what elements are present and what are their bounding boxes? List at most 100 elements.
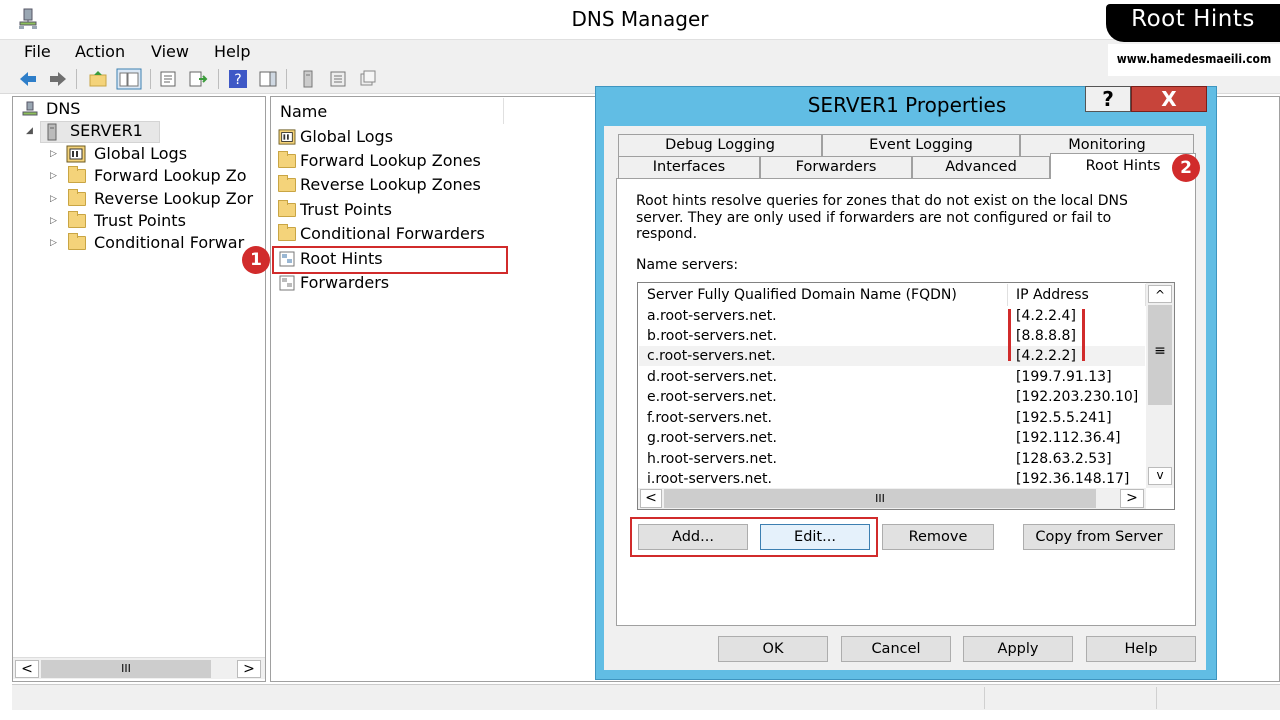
forward-arrow-icon[interactable] [48,69,68,89]
horizontal-scroll-thumb[interactable]: III [664,489,1096,508]
tree-item-conditional-forwarders[interactable]: ▷ Conditional Forwar [50,233,264,255]
step-badge-2: 2 [1172,154,1200,182]
ip-cell: [4.2.2.4] [1016,308,1076,324]
name-servers-label: Name servers: [636,257,739,273]
list-item-label: Trust Points [300,200,392,219]
scroll-down-button[interactable]: v [1148,467,1172,485]
scroll-up-button[interactable]: ^ [1148,285,1172,303]
fqdn-cell: c.root-servers.net. [647,348,776,364]
up-folder-icon[interactable] [88,69,108,89]
brand-url: www.hamedesmaeili.com [1116,52,1272,66]
root-hints-description: Root hints resolve queries for zones tha… [636,193,1128,242]
folder-icon [278,200,296,217]
scroll-left-button[interactable]: < [15,660,39,678]
tree-label: Trust Points [94,211,186,230]
column-header-fqdn[interactable]: Server Fully Qualified Domain Name (FQDN… [639,284,1008,306]
fqdn-cell: i.root-servers.net. [647,471,772,487]
ip-cell: [8.8.8.8] [1016,328,1076,344]
collapse-arrow-icon[interactable]: ◢ [26,126,33,136]
expand-arrow-icon[interactable]: ▷ [50,216,57,226]
tree-item-forward-lookup-zones[interactable]: ▷ Forward Lookup Zo [50,166,264,188]
export-list-icon[interactable] [188,69,208,89]
server-icon[interactable] [298,69,318,89]
dialog-help-button[interactable]: ? [1085,86,1131,112]
ok-button[interactable]: OK [718,636,828,662]
name-server-row[interactable]: f.root-servers.net. [192.5.5.241] [639,408,1145,428]
tree-item-global-logs[interactable]: ▷ Global Logs [50,144,264,166]
name-server-row[interactable]: e.root-servers.net. [192.203.230.10] [639,387,1145,407]
name-servers-list[interactable]: Server Fully Qualified Domain Name (FQDN… [637,282,1175,510]
list-item-label: Forward Lookup Zones [300,151,481,170]
tree-label-server1: SERVER1 [70,121,143,140]
menu-view[interactable]: View [151,42,189,61]
tree-item-trust-points[interactable]: ▷ Trust Points [50,211,264,233]
folder-icon [68,189,86,206]
list-item-label: Forwarders [300,273,390,292]
folder-icon [278,224,296,241]
ip-cell: [192.36.148.17] [1016,471,1130,487]
show-hide-action-pane-icon[interactable] [258,69,278,89]
scroll-left-button[interactable]: < [640,489,662,508]
ip-cell: [192.112.36.4] [1016,430,1121,446]
show-hide-console-tree-icon[interactable] [116,68,142,90]
name-server-row[interactable]: b.root-servers.net. [8.8.8.8] [639,326,1145,346]
name-server-row[interactable]: a.root-servers.net. [4.2.2.4] [639,306,1145,326]
menu-help[interactable]: Help [214,42,250,61]
properties-icon[interactable] [158,69,178,89]
tab-debug-logging[interactable]: Debug Logging [618,134,822,156]
expand-arrow-icon[interactable]: ▷ [50,194,57,204]
copy-from-server-button[interactable]: Copy from Server [1023,524,1175,550]
tab-event-logging[interactable]: Event Logging [822,134,1020,156]
fqdn-cell: g.root-servers.net. [647,430,777,446]
menu-action[interactable]: Action [75,42,125,61]
scroll-thumb[interactable]: III [41,660,211,678]
tab-advanced[interactable]: Advanced [912,156,1050,178]
ip-cell: [128.63.2.53] [1016,451,1112,467]
tree-horizontal-scrollbar[interactable]: < III > [13,657,265,679]
tree-label: Global Logs [94,144,188,163]
expand-arrow-icon[interactable]: ▷ [50,149,57,159]
list-view-icon[interactable] [328,69,348,89]
tree-item-server1[interactable]: ◢ SERVER1 [26,121,256,143]
name-server-row[interactable]: d.root-servers.net. [199.7.91.13] [639,367,1145,387]
scroll-right-button[interactable]: > [1120,489,1144,508]
highlight-ip-left-line [1008,309,1011,361]
refresh-icon[interactable] [358,69,378,89]
name-server-row[interactable]: c.root-servers.net. [4.2.2.2] [639,346,1145,366]
help-button[interactable]: Help [1086,636,1196,662]
tab-forwarders[interactable]: Forwarders [760,156,912,178]
apply-button[interactable]: Apply [963,636,1073,662]
ip-cell: [4.2.2.2] [1016,348,1076,364]
expand-arrow-icon[interactable]: ▷ [50,238,57,248]
window-title: DNS Manager [571,7,709,31]
remove-button[interactable]: Remove [882,524,994,550]
name-server-row[interactable]: g.root-servers.net. [192.112.36.4] [639,428,1145,448]
dialog-close-button[interactable]: X [1131,86,1207,112]
column-header-ip-address[interactable]: IP Address [1008,284,1146,306]
scroll-right-button[interactable]: > [237,660,261,678]
expand-arrow-icon[interactable]: ▷ [50,171,57,181]
vertical-scroll-thumb[interactable]: ≡ [1148,305,1172,405]
status-bar [12,684,1280,710]
tab-interfaces[interactable]: Interfaces [618,156,760,178]
menu-file[interactable]: File [24,42,51,61]
toolbar-separator [76,69,77,89]
dns-icon [22,101,38,116]
fqdn-cell: d.root-servers.net. [647,369,777,385]
fqdn-cell: e.root-servers.net. [647,389,777,405]
list-item-label: Reverse Lookup Zones [300,175,481,194]
tree-item-reverse-lookup-zones[interactable]: ▷ Reverse Lookup Zor [50,189,264,211]
help-icon[interactable]: ? [228,69,248,89]
back-arrow-icon[interactable] [18,69,38,89]
tree-label: Conditional Forwar [94,233,245,252]
cancel-button[interactable]: Cancel [841,636,951,662]
folder-icon [68,166,86,183]
svg-text:?: ? [234,72,241,88]
name-server-row[interactable]: h.root-servers.net. [128.63.2.53] [639,449,1145,469]
highlight-root-hints-box [272,246,508,274]
column-header-name[interactable]: Name [272,98,504,124]
server-icon [47,123,57,141]
global-logs-icon [66,145,86,163]
name-server-row[interactable]: i.root-servers.net. [192.36.148.17] [639,469,1145,489]
folder-icon [278,151,296,168]
